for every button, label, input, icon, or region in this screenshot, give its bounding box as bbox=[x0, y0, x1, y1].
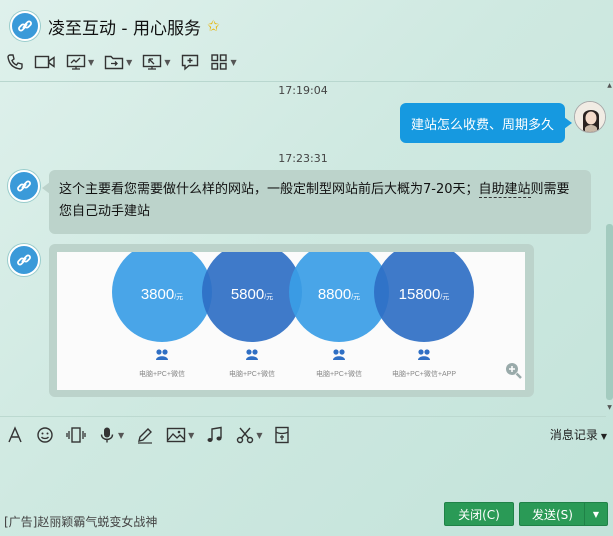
input-divider bbox=[0, 416, 606, 417]
plan-description: 电脑+PC+微信+APP bbox=[392, 369, 456, 378]
plan-description: 电脑+PC+微信 bbox=[139, 369, 185, 378]
plan-description: 电脑+PC+微信 bbox=[316, 369, 362, 378]
new-chat-icon[interactable] bbox=[180, 53, 200, 71]
message-history-button[interactable]: 消息记录 ▼ bbox=[550, 426, 607, 443]
message-history-label: 消息记录 bbox=[549, 428, 598, 442]
contact-avatar[interactable] bbox=[8, 170, 40, 202]
incoming-message[interactable]: 这个主要看您需要做什么样的网站，一般定制型网站前后大概为7-20天；自助建站则需… bbox=[42, 170, 591, 234]
users-icon bbox=[333, 349, 345, 360]
chevron-down-icon[interactable]: ▼ bbox=[88, 58, 94, 67]
chevron-down-icon[interactable]: ▼ bbox=[230, 58, 236, 67]
link-icon bbox=[18, 20, 32, 32]
pricing-image[interactable]: 3800/元 电脑+PC+微信 5800/元 电脑+PC+微信 8800/元 电脑+PC+… bbox=[57, 252, 525, 390]
users-icon bbox=[418, 349, 430, 360]
contact-avatar[interactable] bbox=[8, 244, 40, 276]
file-transfer-icon[interactable]: ▼ bbox=[104, 53, 132, 71]
font-icon[interactable] bbox=[6, 426, 24, 444]
users-icon bbox=[246, 349, 258, 360]
screen-share-icon[interactable]: ▼ bbox=[66, 53, 94, 71]
link-icon bbox=[17, 180, 31, 192]
plan-description: 电脑+PC+微信 bbox=[229, 369, 275, 378]
send-button[interactable]: 发送(S) bbox=[519, 502, 585, 526]
message-text: 这个主要看您需要做什么样的网站，一般定制型网站前后大概为7-20天； bbox=[59, 182, 479, 197]
remote-desktop-icon[interactable]: ▼ bbox=[142, 53, 170, 71]
video-icon[interactable] bbox=[34, 53, 56, 71]
message-timestamp: 17:19:04 bbox=[278, 84, 328, 97]
chevron-down-icon: ▼ bbox=[592, 509, 600, 519]
my-avatar[interactable] bbox=[574, 101, 606, 133]
scrollbar-thumb[interactable] bbox=[606, 224, 613, 400]
user-portrait-icon bbox=[575, 102, 605, 132]
chevron-down-icon[interactable]: ▼ bbox=[118, 431, 124, 440]
emoji-icon[interactable] bbox=[36, 426, 54, 444]
header-toolbar: ▼ ▼ ▼ ▼ bbox=[6, 50, 247, 74]
ad-link[interactable]: [广告]赵丽颖霸气蜕变女战神 bbox=[4, 513, 157, 530]
shake-icon[interactable] bbox=[66, 426, 86, 444]
message-list[interactable]: 17:19:04 建站怎么收费、周期多久 17:23:31 这个主要看您需要做什… bbox=[0, 82, 606, 414]
contact-avatar[interactable] bbox=[10, 11, 40, 41]
close-button[interactable]: 关闭(C) bbox=[444, 502, 514, 526]
send-options-button[interactable]: ▼ bbox=[584, 502, 608, 526]
pricing-graphic: 3800/元电脑+PC+微信5800/元电脑+PC+微信8800/元电脑+PC+… bbox=[112, 252, 522, 379]
image-message[interactable]: 3800/元 电脑+PC+微信 5800/元 电脑+PC+微信 8800/元 电脑+PC+… bbox=[49, 244, 534, 397]
star-icon[interactable]: ✩ bbox=[207, 17, 220, 35]
apps-grid-icon[interactable]: ▼ bbox=[210, 53, 237, 71]
chevron-down-icon[interactable]: ▼ bbox=[256, 431, 262, 440]
users-icon bbox=[156, 349, 168, 360]
link-icon bbox=[17, 254, 31, 266]
image-icon[interactable]: ▼ bbox=[166, 426, 194, 444]
handwriting-icon[interactable] bbox=[136, 426, 154, 444]
music-icon[interactable] bbox=[206, 426, 224, 444]
red-packet-icon[interactable] bbox=[274, 426, 290, 444]
zoom-in-icon[interactable] bbox=[506, 363, 522, 379]
chevron-down-icon[interactable]: ▼ bbox=[188, 431, 194, 440]
chevron-down-icon[interactable]: ▼ bbox=[126, 58, 132, 67]
scroll-up-arrow[interactable]: ▲ bbox=[606, 82, 613, 89]
message-timestamp: 17:23:31 bbox=[278, 152, 328, 165]
window-title: 凌至互动 - 用心服务 bbox=[48, 18, 201, 39]
screenshot-icon[interactable]: ▼ bbox=[236, 426, 262, 444]
chevron-down-icon[interactable]: ▼ bbox=[164, 58, 170, 67]
chevron-down-icon[interactable]: ▼ bbox=[601, 432, 607, 441]
keyword-link[interactable]: 自助建站 bbox=[478, 182, 531, 198]
chat-header: 凌至互动 - 用心服务 ✩ ▼ ▼ ▼ ▼ bbox=[0, 0, 613, 82]
phone-icon[interactable] bbox=[6, 53, 24, 71]
outgoing-message[interactable]: 建站怎么收费、周期多久 bbox=[400, 103, 572, 143]
scroll-down-arrow[interactable]: ▼ bbox=[606, 404, 613, 411]
voice-icon[interactable]: ▼ bbox=[98, 426, 124, 444]
title-row: 凌至互动 - 用心服务 ✩ bbox=[10, 10, 220, 42]
input-toolbar: ▼ ▼ ▼ bbox=[6, 424, 302, 446]
